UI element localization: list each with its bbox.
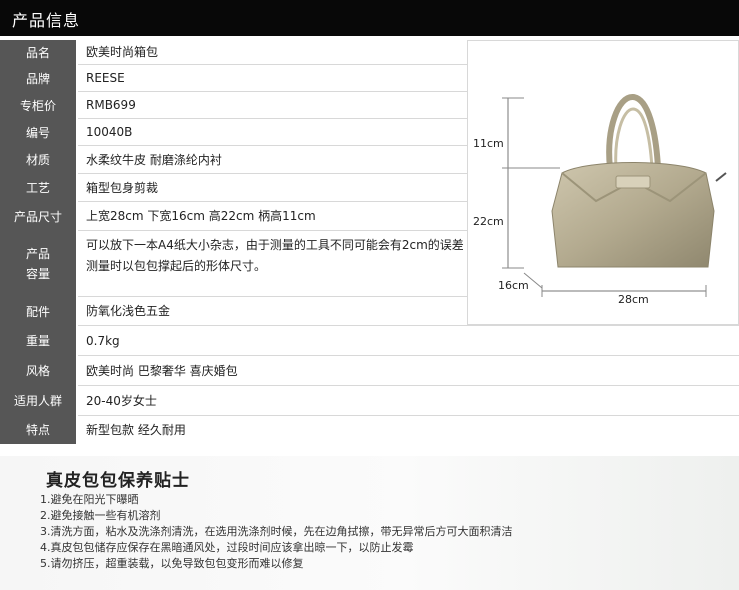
spec-label: 品名 [0, 40, 76, 65]
spec-label: 适用人群 [0, 386, 76, 416]
spec-value: 20-40岁女士 [86, 393, 157, 408]
spec-label: 产品 容量 [0, 231, 76, 297]
spec-row-audience: 适用人群 20-40岁女士 [0, 386, 739, 416]
top-width-label: 28cm [618, 293, 649, 306]
spec-label: 特点 [0, 416, 76, 444]
bag-strap-clip [715, 172, 727, 182]
spec-label: 编号 [0, 119, 76, 146]
spec-label: 材质 [0, 146, 76, 174]
spec-row-features: 特点 新型包款 经久耐用 [0, 416, 739, 444]
spec-value: 0.7kg [86, 333, 120, 348]
spec-label: 重量 [0, 326, 76, 356]
care-item: 5.请勿挤压，超重装载，以免导致包包变形而难以修复 [40, 557, 304, 570]
spec-label-line: 容量 [25, 267, 50, 281]
spec-label: 配件 [0, 297, 76, 326]
spec-value: 欧美时尚 巴黎奢华 喜庆婚包 [86, 363, 238, 378]
care-list: 1.避免在阳光下曝晒 2.避免接触一些有机溶剂 3.清洗方面，粘水及洗涤剂清洗，… [40, 492, 513, 572]
care-item: 3.清洗方面，粘水及洗涤剂清洗，在选用洗涤剂时候，先在边角拭擦，带无异常后方可大… [40, 525, 513, 538]
care-item: 4.真皮包包储存应保存在黑暗通风处，过段时间应该拿出晾一下，以防止发霉 [40, 541, 414, 554]
spec-value: 新型包款 经久耐用 [86, 422, 186, 437]
spec-label: 产品尺寸 [0, 202, 76, 231]
spec-label: 工艺 [0, 174, 76, 202]
product-photo-box: 11cm 22cm 16cm 28cm [467, 40, 739, 325]
page-title: 产品信息 [12, 11, 81, 30]
care-item: 2.避免接触一些有机溶剂 [40, 509, 161, 522]
header-bar: 产品信息 [0, 0, 739, 36]
spec-label: 风格 [0, 356, 76, 386]
bag-logo-plate [615, 175, 651, 189]
body-height-label: 22cm [473, 215, 504, 228]
care-tips-section: 真皮包包保养贴士 1.避免在阳光下曝晒 2.避免接触一些有机溶剂 3.清洗方面，… [0, 456, 739, 590]
spec-label: 专柜价 [0, 92, 76, 119]
spec-row-weight: 重量 0.7kg [0, 326, 739, 356]
handle-height-label: 11cm [473, 137, 504, 150]
spec-label-line: 产品 [25, 247, 50, 261]
spec-row-style: 风格 欧美时尚 巴黎奢华 喜庆婚包 [0, 356, 739, 386]
bottom-width-label: 16cm [498, 279, 529, 292]
care-title: 真皮包包保养贴士 [46, 471, 190, 491]
spec-label: 品牌 [0, 65, 76, 92]
bag-handle-inner [614, 107, 654, 169]
care-item: 1.避免在阳光下曝晒 [40, 493, 139, 506]
